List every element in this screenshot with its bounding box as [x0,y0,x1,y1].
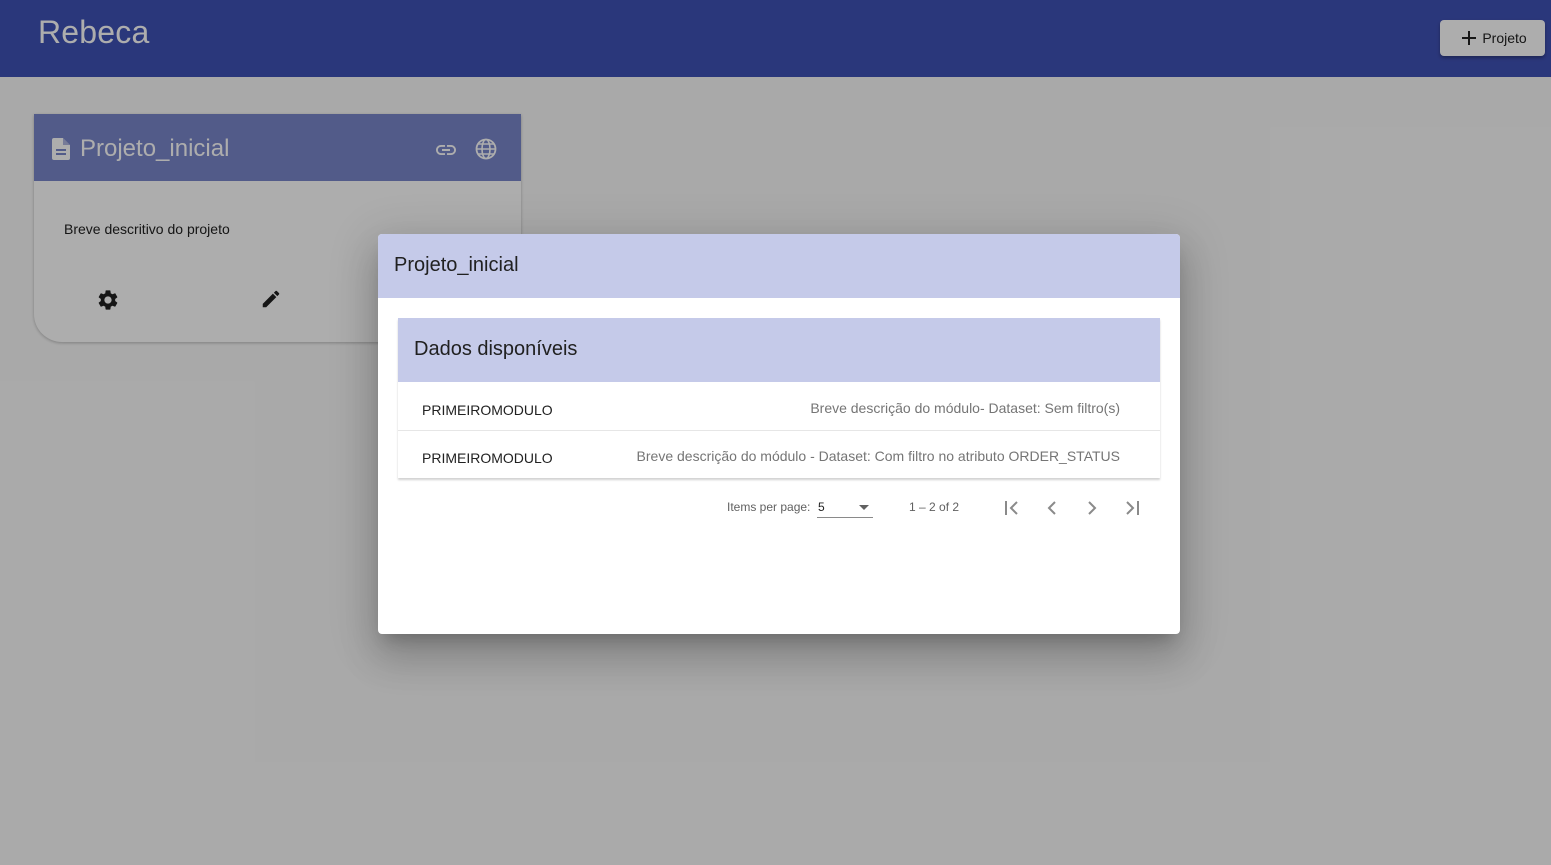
dialog-title: Projeto_inicial [394,254,519,276]
dropdown-arrow-icon [859,505,869,510]
items-per-page-label: Items per page: [727,500,811,514]
panel-header: Dados disponíveis [398,318,1160,382]
page-size-value: 5 [818,500,825,514]
page-range-label: 1 – 2 of 2 [909,500,960,514]
last-page-icon[interactable] [1120,496,1144,520]
project-dialog: Projeto_inicial Dados disponíveis PRIMEI… [378,234,1180,634]
first-page-icon[interactable] [1000,496,1024,520]
available-data-panel: Dados disponíveis PRIMEIROMODULO Breve d… [398,318,1160,478]
dialog-header: Projeto_inicial [378,234,1180,298]
module-description: Breve descrição do módulo- Dataset: Sem … [810,400,1120,416]
previous-page-icon[interactable] [1040,496,1064,520]
module-name: PRIMEIROMODULO [422,450,553,466]
table-row[interactable]: PRIMEIROMODULO Breve descrição do módulo… [398,430,1160,478]
module-description: Breve descrição do módulo - Dataset: Com… [636,448,1120,464]
module-name: PRIMEIROMODULO [422,402,553,418]
next-page-icon[interactable] [1080,496,1104,520]
panel-title: Dados disponíveis [414,338,578,360]
page-size-select[interactable]: 5 [817,497,873,518]
table-row[interactable]: PRIMEIROMODULO Breve descrição do módulo… [398,382,1160,431]
